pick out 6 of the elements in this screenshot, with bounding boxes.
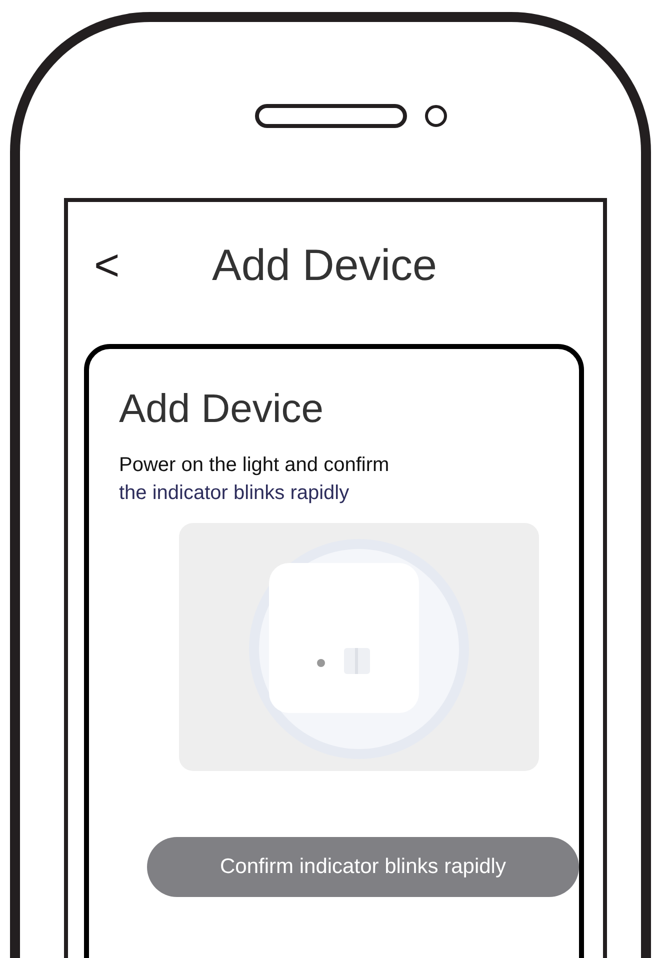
back-button[interactable]: < bbox=[94, 241, 154, 291]
page-title: Add Device bbox=[212, 241, 438, 291]
instruction-text: Power on the light and confirm the indicator blinks rapidly bbox=[119, 453, 390, 506]
card-title: Add Device bbox=[119, 386, 325, 433]
camera-icon bbox=[424, 105, 446, 127]
speaker-icon bbox=[254, 104, 406, 128]
